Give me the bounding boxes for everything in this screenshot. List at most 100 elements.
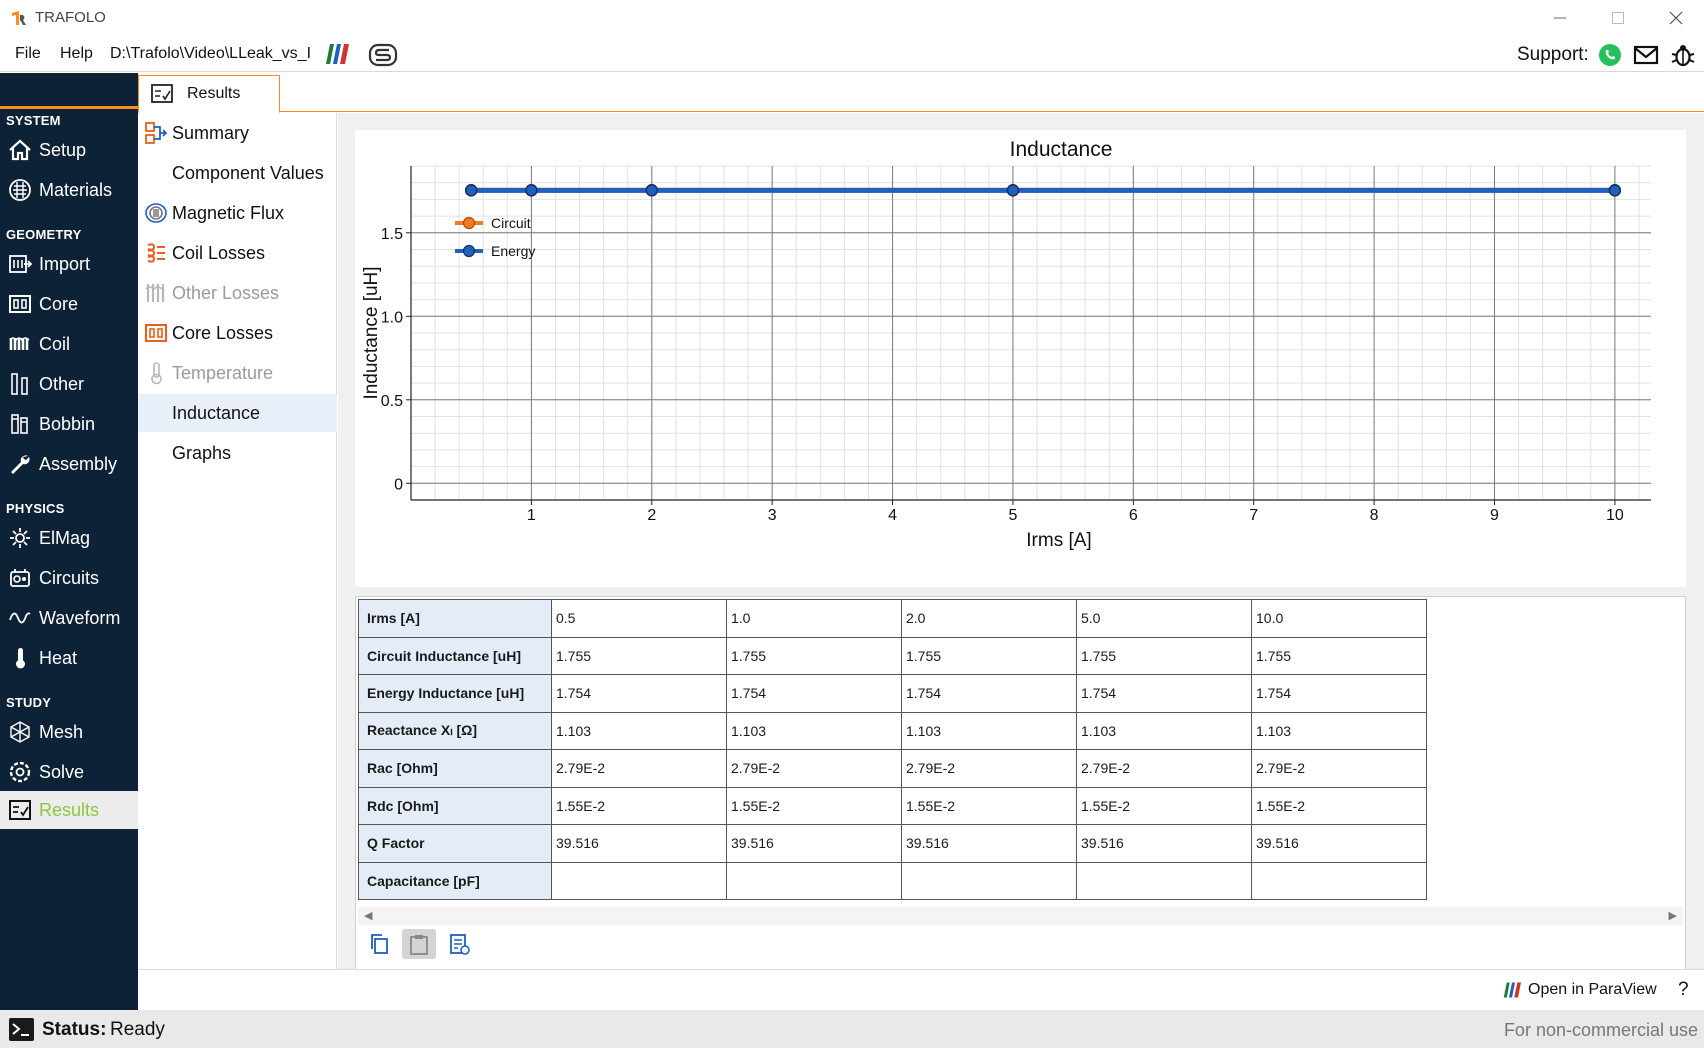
table-cell[interactable] [1251,861,1427,900]
table-cell[interactable]: 2.79E-2 [901,749,1077,788]
table-cell[interactable]: 1.103 [726,711,902,750]
table-cell[interactable]: 0.5 [551,599,727,638]
table-cell[interactable]: 2.79E-2 [1251,749,1427,788]
table-cell[interactable]: 39.516 [726,824,902,863]
table-cell[interactable]: 1.754 [901,674,1077,713]
sidebar-item-circuits[interactable]: Circuits [0,559,138,597]
minimize-icon [1554,17,1566,19]
scroll-left-icon[interactable]: ◀ [364,909,372,922]
table-cell[interactable]: 1.103 [1251,711,1427,750]
table-cell[interactable]: 1.755 [901,636,1077,675]
table-cell[interactable]: 1.755 [1251,636,1427,675]
table-cell[interactable]: 1.0 [726,599,902,638]
sidebar-item-waveform[interactable]: Waveform [0,599,138,637]
table-cell[interactable]: 1.754 [551,674,727,713]
results-nav-summary[interactable]: Summary [138,114,337,152]
results-nav-graphs[interactable]: Graphs [138,434,337,472]
table-cell[interactable]: 5.0 [1076,599,1252,638]
open-in-paraview-button[interactable]: Open in ParaView [1500,981,1657,999]
table-cell[interactable]: 1.55E-2 [551,786,727,825]
x-tick-label: 10 [1606,507,1624,524]
data-point-energy[interactable] [464,184,478,197]
table-cell[interactable]: 1.55E-2 [726,786,902,825]
paraview-icon [1503,982,1521,998]
data-point-energy[interactable] [645,184,658,197]
table-cell[interactable] [1076,861,1252,900]
sidebar-item-coil[interactable]: Coil [0,325,138,363]
section-label-system: SYSTEM [6,113,61,128]
solve-icon [7,759,33,785]
table-cell[interactable]: 39.516 [1076,824,1252,863]
sidebar-item-mesh[interactable]: Mesh [0,713,138,751]
paraview-icon[interactable] [322,42,352,66]
menu-help[interactable]: Help [60,45,93,63]
minimize-button[interactable] [1532,4,1588,32]
sidebar-item-other[interactable]: Other [0,365,138,403]
sidebar-item-core[interactable]: Core [0,285,138,323]
table-cell[interactable]: 1.103 [901,711,1077,750]
scroll-right-icon[interactable]: ▶ [1669,909,1677,922]
table-cell[interactable]: 10.0 [1251,599,1427,638]
export-button[interactable] [442,929,476,959]
results-nav-other-losses[interactable]: Other Losses [138,274,337,312]
data-point-energy[interactable] [1608,184,1622,197]
sidebar-item-results[interactable]: Results [0,791,138,829]
table-cell[interactable]: 1.55E-2 [1251,786,1427,825]
table-cell[interactable] [726,861,902,900]
table-cell[interactable]: 1.55E-2 [901,786,1077,825]
table-cell[interactable]: 1.755 [726,636,902,675]
whatsapp-icon[interactable] [1597,42,1623,68]
table-cell[interactable]: 2.79E-2 [551,749,727,788]
table-cell[interactable]: 1.103 [551,711,727,750]
sidebar-item-heat[interactable]: Heat [0,639,138,677]
table-cell[interactable]: 39.516 [551,824,727,863]
script-icon[interactable] [368,42,398,68]
sidebar-item-setup[interactable]: Setup [0,131,138,169]
table-cell[interactable]: 2.79E-2 [1076,749,1252,788]
sidebar-item-assembly[interactable]: Assembly [0,445,138,483]
table-horizontal-scrollbar[interactable]: ◀ ▶ [358,907,1683,925]
results-nav-magnetic-flux[interactable]: Magnetic Flux [138,194,337,232]
sidebar-item-materials[interactable]: Materials [0,171,138,209]
results-nav-inductance[interactable]: Inductance [138,394,337,432]
table-cell[interactable]: 1.754 [1251,674,1427,713]
x-tick-label: 9 [1490,507,1499,524]
copy-button[interactable] [362,929,396,959]
sidebar-item-import[interactable]: Import [0,245,138,283]
table-cell[interactable]: 39.516 [1251,824,1427,863]
table-cell[interactable] [551,861,727,900]
table-toolbar [362,929,476,963]
bug-report-icon[interactable] [1670,42,1696,68]
menu-file[interactable]: File [15,45,41,63]
table-cell[interactable]: 1.755 [551,636,727,675]
data-point-energy[interactable] [1006,184,1020,197]
results-nav-temperature[interactable]: Temperature [138,354,337,392]
paste-button[interactable] [402,929,436,959]
close-button[interactable] [1648,4,1704,32]
results-nav-core-losses[interactable]: Core Losses [138,314,337,352]
table-cell[interactable]: 1.103 [1076,711,1252,750]
row-header: Circuit Inductance [uH] [358,636,552,675]
sidebar-item-elmag[interactable]: ElMag [0,519,138,557]
circuits-icon [7,565,33,591]
email-icon[interactable] [1633,42,1659,68]
terminal-icon[interactable] [8,1017,35,1042]
sidebar-item-solve[interactable]: Solve [0,753,138,791]
tab-results[interactable]: Results [138,75,280,113]
table-cell[interactable]: 1.755 [1076,636,1252,675]
table-cell[interactable]: 1.55E-2 [1076,786,1252,825]
results-nav-coil-losses[interactable]: Coil Losses [138,234,337,272]
sidebar-item-bobbin[interactable]: Bobbin [0,405,138,443]
table-cell[interactable] [901,861,1077,900]
table-cell[interactable]: 2.0 [901,599,1077,638]
table-cell[interactable]: 2.79E-2 [726,749,902,788]
results-nav-component-values[interactable]: Component Values [138,154,337,192]
data-point-energy[interactable] [525,184,538,197]
table-cell[interactable]: 39.516 [901,824,1077,863]
table-cell[interactable]: 1.754 [726,674,902,713]
maximize-button[interactable] [1590,4,1646,32]
help-button[interactable]: ? [1678,979,1689,1001]
inductance-chart[interactable]: 1 2 3 4 5 6 7 8 9 10 0 0.5 1.0 1.5 Inductance Irms [A] I… [355,130,1686,587]
thermometer-icon [7,645,33,671]
table-cell[interactable]: 1.754 [1076,674,1252,713]
